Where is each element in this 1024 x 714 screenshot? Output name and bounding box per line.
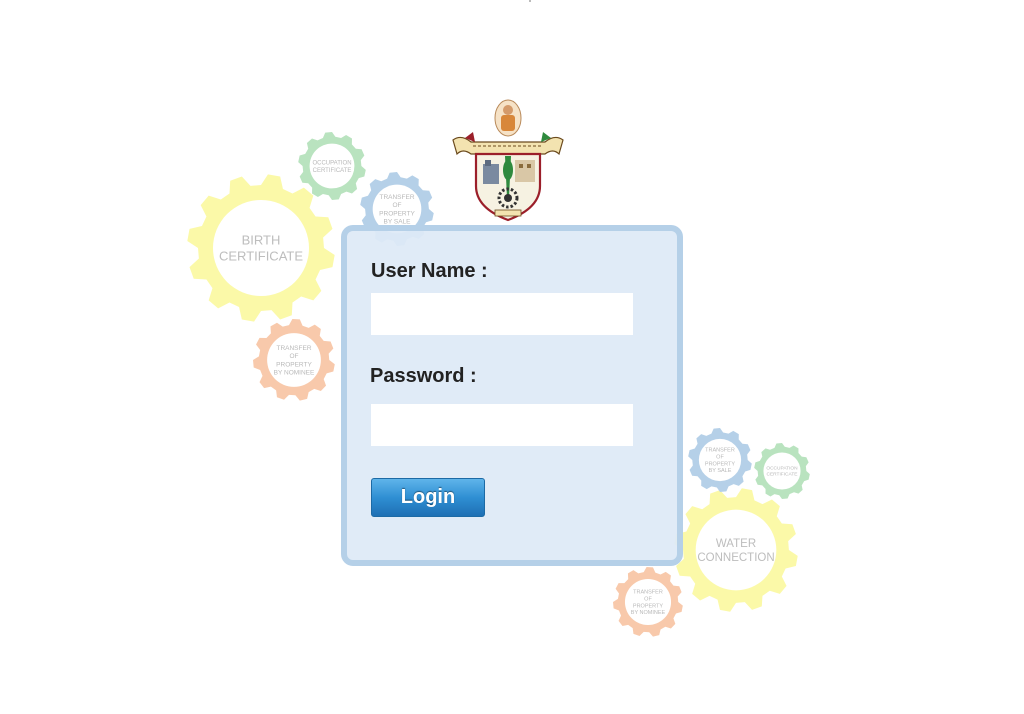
- gear-label: PROPERTY: [379, 210, 415, 217]
- gear-label: TRANSFER: [633, 590, 663, 596]
- gear-label: OF: [716, 454, 724, 460]
- gear-label: OCCUPATION: [766, 466, 798, 472]
- gear-label: PROPERTY: [705, 461, 735, 467]
- gear-label: CERTIFICATE: [219, 249, 303, 264]
- gear-occupation-certificate-right: OCCUPATIONCERTIFICATE: [754, 443, 810, 499]
- gear-water-connection: WATER CONNECTION: [674, 488, 798, 612]
- gear-label: BY NOMINEE: [631, 610, 666, 616]
- gear-label: CERTIFICATE: [313, 168, 352, 174]
- gear-label: TRANSFER: [276, 345, 311, 352]
- gear-transfer-by-nominee-left: TRANSFEROFPROPERTYBY NOMINEE: [253, 319, 335, 401]
- gear-occupation-certificate-left: OCCUPATION CERTIFICATE: [298, 132, 366, 200]
- login-panel: User Name : Password : Login: [341, 225, 683, 566]
- stray-pixel: [529, 0, 531, 2]
- gear-label: BIRTH: [242, 232, 281, 247]
- gear-center: [695, 509, 777, 591]
- gear-label: BY NOMINEE: [274, 369, 315, 376]
- gear-label: OF: [289, 353, 298, 360]
- password-input[interactable]: [371, 404, 633, 446]
- username-input[interactable]: [371, 293, 633, 335]
- gear-transfer-by-nominee-right: TRANSFEROFPROPERTYBY NOMINEE: [613, 567, 683, 637]
- gear-label: TRANSFER: [705, 448, 735, 454]
- gear-transfer-by-sale-right: TRANSFEROFPROPERTYBY SALE: [688, 428, 752, 492]
- gear-label: OF: [392, 202, 401, 209]
- login-page: BIRTH CERTIFICATE OCCUPATION CERTIFICATE T…: [0, 0, 1024, 714]
- password-label: Password :: [370, 365, 477, 387]
- gear-label: OCCUPATION: [312, 160, 351, 166]
- login-button[interactable]: Login: [371, 478, 485, 517]
- gear-label: OF: [644, 596, 652, 602]
- gear-label: PROPERTY: [276, 361, 312, 368]
- gear-label: CONNECTION: [697, 552, 774, 564]
- municipal-corporation-emblem-icon: [452, 99, 564, 222]
- gear-label: CERTIFICATE: [766, 472, 797, 478]
- gear-label: WATER: [716, 538, 756, 550]
- gear-label: BY SALE: [709, 468, 732, 474]
- gear-label: TRANSFER: [379, 194, 414, 201]
- username-label: User Name :: [371, 260, 488, 282]
- gear-label: PROPERTY: [633, 603, 663, 609]
